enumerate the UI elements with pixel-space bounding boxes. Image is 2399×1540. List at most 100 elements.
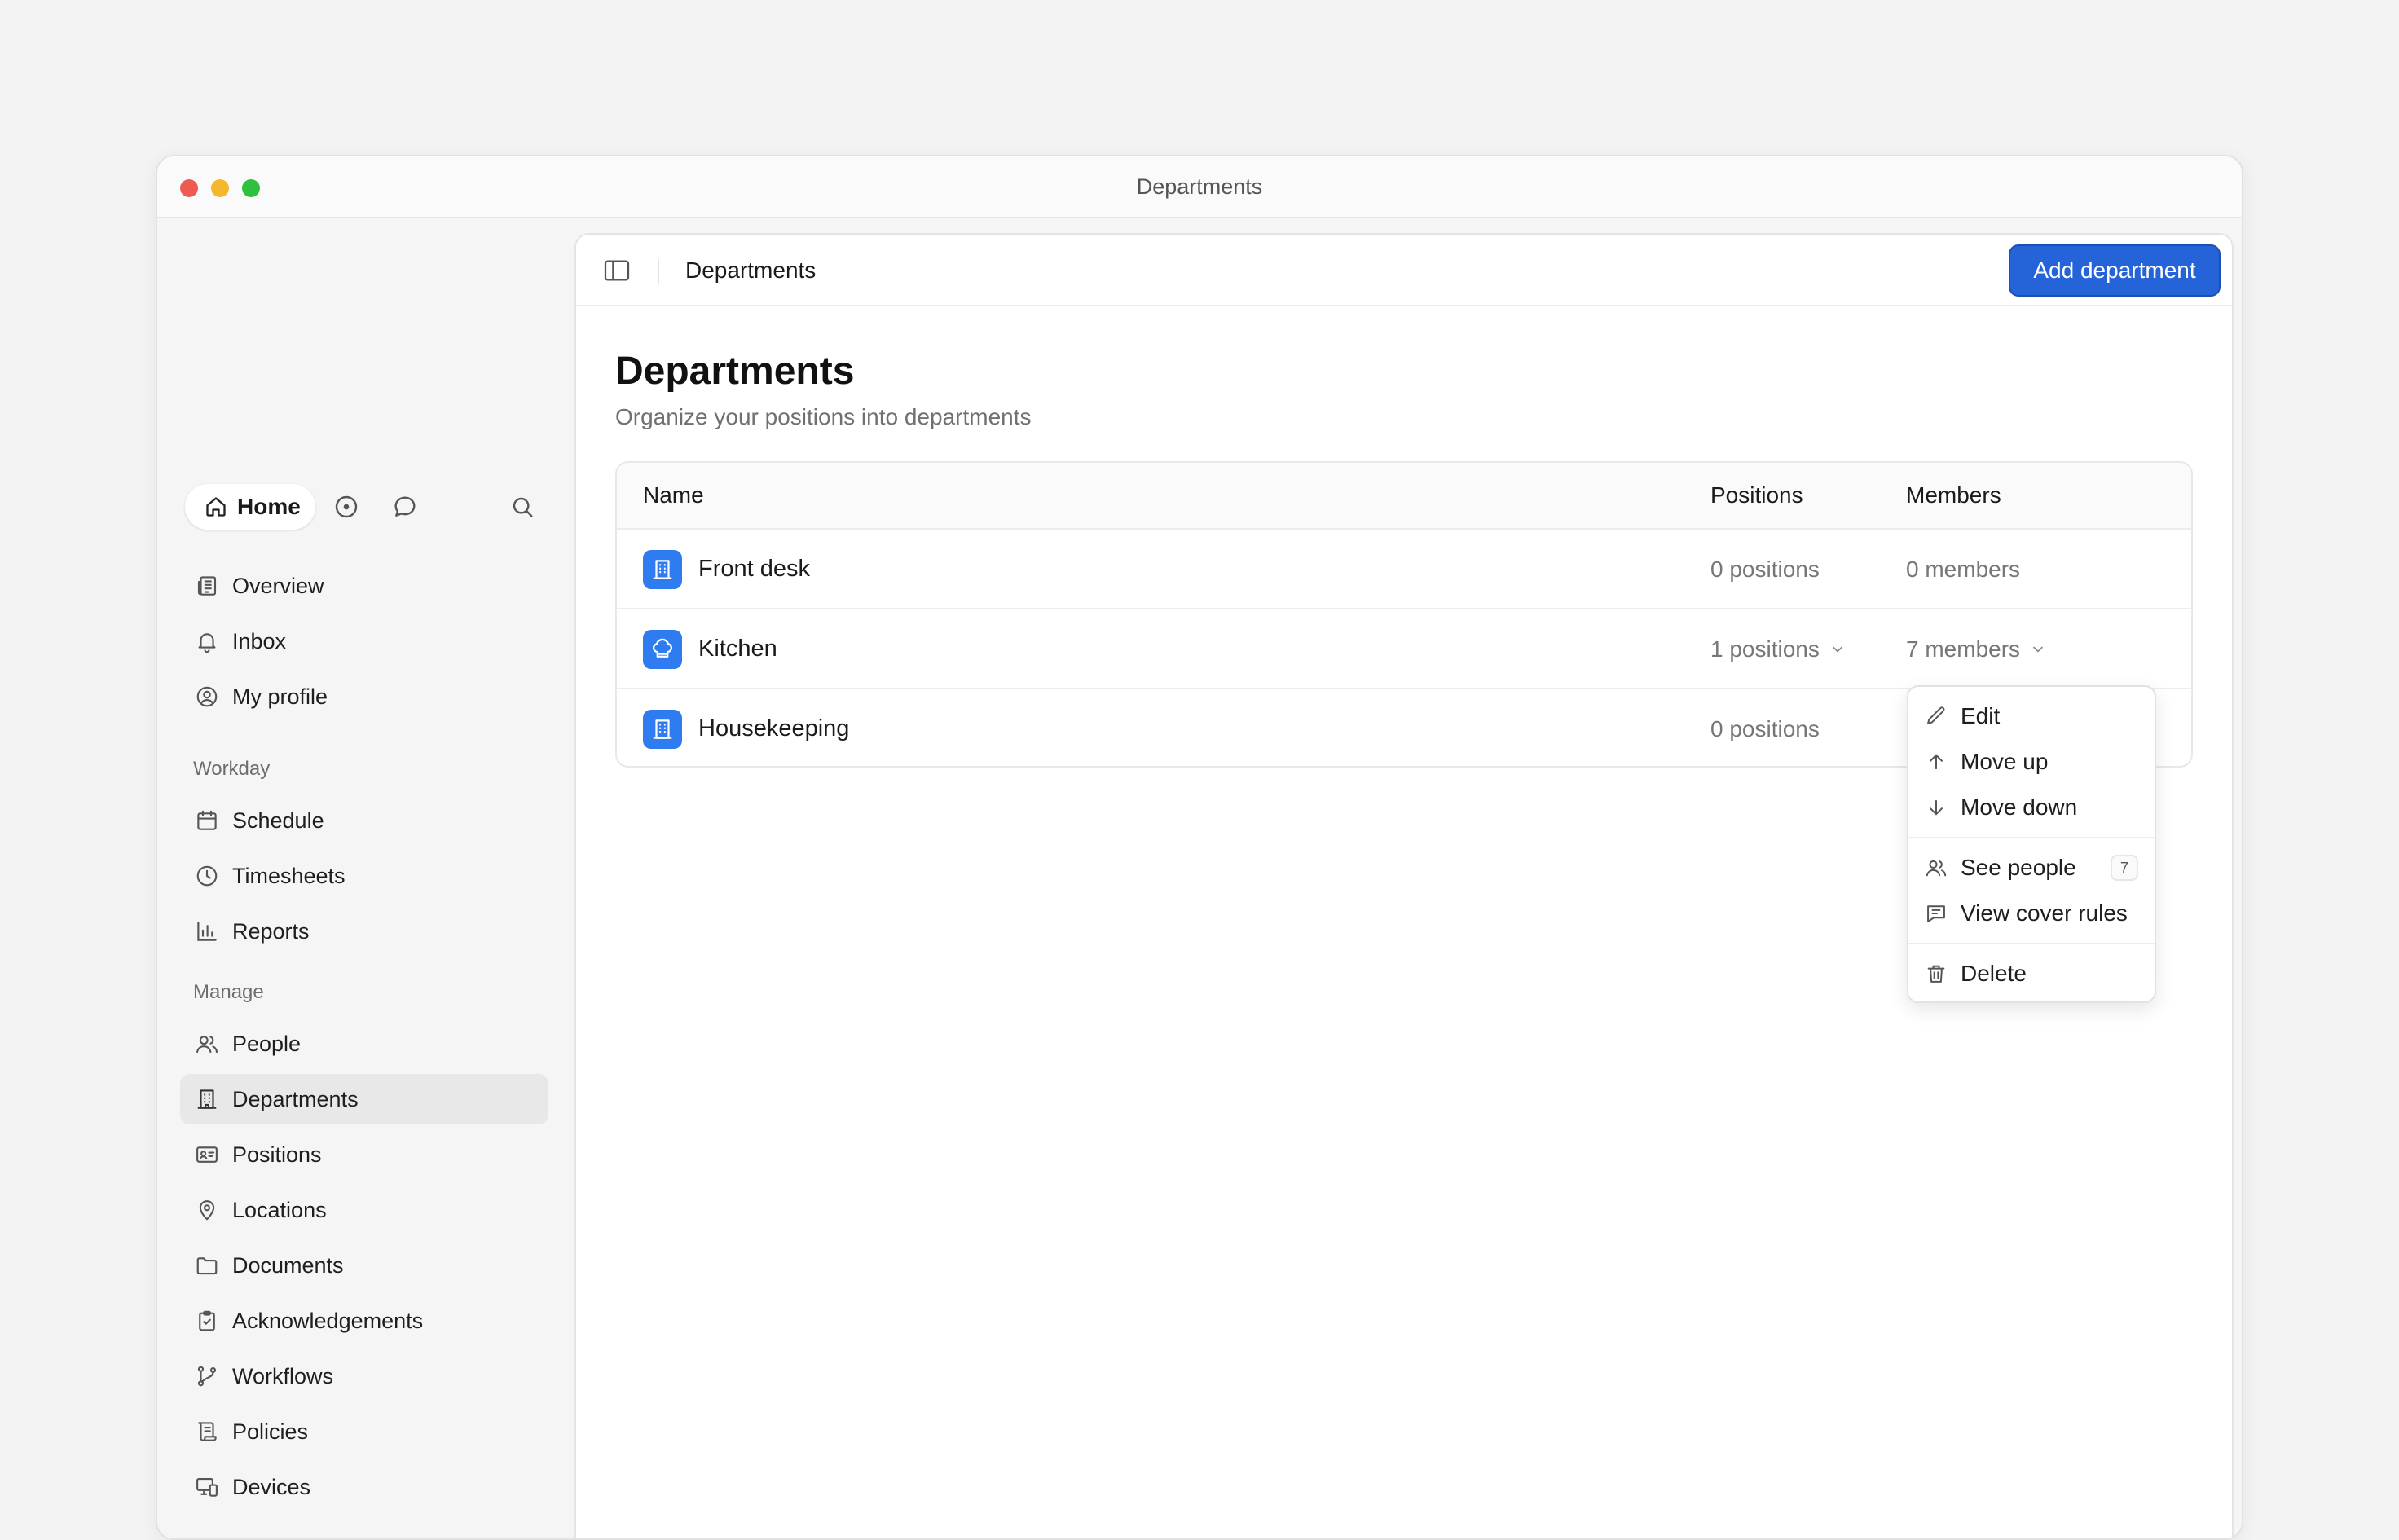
sidebar-item-label: Reports bbox=[232, 918, 310, 944]
devices-icon bbox=[196, 1477, 218, 1497]
sidebar-item-label: Policies bbox=[232, 1419, 309, 1444]
sidebar-item-reports[interactable]: Reports bbox=[180, 906, 548, 957]
page-title: Departments bbox=[615, 350, 855, 393]
clipboard-check-icon bbox=[199, 1310, 215, 1331]
sidebar-item-workflows[interactable]: Workflows bbox=[180, 1351, 548, 1401]
newspaper-icon bbox=[197, 576, 217, 596]
column-header-positions: Positions bbox=[1710, 482, 1803, 508]
department-name[interactable]: Front desk bbox=[698, 556, 810, 583]
sidebar-item-positions[interactable]: Positions bbox=[180, 1129, 548, 1180]
members-count: 0 members bbox=[1906, 557, 2020, 583]
bell-icon bbox=[198, 633, 216, 653]
chevron-down-icon bbox=[1833, 646, 1842, 653]
sidebar-item-policies[interactable]: Policies bbox=[180, 1406, 548, 1457]
building-icon bbox=[197, 1089, 217, 1109]
arrow-down-icon bbox=[1930, 799, 1943, 816]
sidebar-item-label: Departments bbox=[232, 1086, 359, 1111]
menu-item-label: Edit bbox=[1961, 703, 2001, 728]
bar-chart-icon bbox=[197, 922, 217, 941]
title-bar: Departments bbox=[157, 156, 2242, 218]
menu-item-move-up[interactable]: Move up bbox=[1908, 739, 2155, 785]
positions-count-label: 0 positions bbox=[1710, 557, 1820, 582]
sidebar-item-label: Schedule bbox=[232, 807, 324, 833]
add-department-button[interactable]: Add department bbox=[2009, 244, 2221, 297]
sidebar-item-locations[interactable]: Locations bbox=[180, 1185, 548, 1235]
sidebar-item-timesheets[interactable]: Timesheets bbox=[180, 851, 548, 901]
menu-item-edit[interactable]: Edit bbox=[1908, 693, 2155, 739]
positions-count-label: 1 positions bbox=[1710, 636, 1820, 662]
git-branch-icon bbox=[197, 1366, 217, 1387]
column-header-members: Members bbox=[1906, 482, 2001, 508]
sidebar: Home Overview Inbox My profile Workday S… bbox=[157, 220, 573, 1538]
sidebar-item-documents[interactable]: Documents bbox=[180, 1240, 548, 1291]
sidebar-item-label: Timesheets bbox=[232, 863, 346, 888]
positions-count-label: 0 positions bbox=[1710, 716, 1820, 741]
section-label-workday: Workday bbox=[193, 758, 271, 780]
sidebar-item-label: Acknowledgements bbox=[232, 1308, 424, 1333]
sidebar-item-overview[interactable]: Overview bbox=[180, 561, 548, 611]
menu-item-label: See people bbox=[1961, 855, 2076, 880]
sidebar-item-acknowledgements[interactable]: Acknowledgements bbox=[180, 1296, 548, 1346]
users-icon bbox=[1926, 860, 1947, 877]
sidebar-item-departments[interactable]: Departments bbox=[180, 1074, 548, 1124]
section-label-manage: Manage bbox=[193, 981, 264, 1003]
pencil-icon bbox=[1927, 706, 1945, 724]
sidebar-item-label: Devices bbox=[232, 1474, 311, 1499]
search-button[interactable] bbox=[504, 489, 540, 525]
menu-item-label: Move down bbox=[1961, 794, 2078, 820]
folder-icon bbox=[196, 1257, 218, 1275]
message-square-text-icon bbox=[1927, 905, 1945, 922]
arrow-up-icon bbox=[1930, 754, 1943, 770]
menu-item-move-down[interactable]: Move down bbox=[1908, 785, 2155, 830]
menu-item-delete[interactable]: Delete bbox=[1908, 951, 2155, 997]
users-icon bbox=[196, 1036, 218, 1054]
home-icon bbox=[206, 497, 226, 517]
members-dropdown[interactable]: 7 members bbox=[1906, 636, 2046, 662]
menu-item-see-people[interactable]: See people 7 bbox=[1908, 845, 2155, 891]
sidebar-item-inbox[interactable]: Inbox bbox=[180, 616, 548, 667]
messages-button[interactable] bbox=[387, 489, 423, 525]
clock-icon bbox=[196, 865, 218, 887]
menu-item-label: Delete bbox=[1961, 961, 2027, 986]
activity-button[interactable] bbox=[328, 489, 364, 525]
divider bbox=[658, 259, 659, 284]
sidebar-item-devices[interactable]: Devices bbox=[180, 1462, 548, 1512]
top-bar: Departments Add department bbox=[576, 235, 2232, 306]
user-circle-icon bbox=[196, 686, 218, 707]
sidebar-item-people[interactable]: People bbox=[180, 1019, 548, 1069]
sidebar-item-label: Positions bbox=[232, 1142, 322, 1167]
menu-item-label: Move up bbox=[1961, 749, 2049, 774]
department-name[interactable]: Kitchen bbox=[698, 636, 777, 662]
positions-dropdown[interactable]: 1 positions bbox=[1710, 636, 1846, 662]
sidebar-item-label: Locations bbox=[232, 1197, 327, 1222]
id-card-icon bbox=[196, 1146, 218, 1163]
window-title: Departments bbox=[1136, 174, 1263, 199]
table-row[interactable]: Kitchen 1 positions 7 members bbox=[617, 609, 2191, 689]
positions-count: 0 positions bbox=[1710, 557, 1820, 583]
department-name[interactable]: Housekeeping bbox=[698, 715, 849, 742]
menu-divider bbox=[1908, 943, 2155, 944]
search-icon bbox=[513, 497, 533, 517]
chevron-down-icon bbox=[2033, 646, 2043, 653]
sidebar-item-schedule[interactable]: Schedule bbox=[180, 795, 548, 846]
menu-item-label: View cover rules bbox=[1961, 900, 2128, 926]
sidebar-toggle-icon[interactable] bbox=[604, 259, 630, 282]
building-icon bbox=[643, 710, 682, 749]
sidebar-item-label: People bbox=[232, 1031, 302, 1056]
trash-icon bbox=[1927, 965, 1945, 983]
people-count-badge: 7 bbox=[2111, 855, 2138, 881]
building-icon bbox=[643, 550, 682, 589]
map-pin-icon bbox=[199, 1200, 215, 1221]
scroll-icon bbox=[197, 1422, 217, 1441]
sidebar-item-label: Workflows bbox=[232, 1363, 334, 1388]
column-header-name: Name bbox=[643, 482, 704, 508]
page-subtitle: Organize your positions into departments bbox=[615, 404, 1032, 429]
breadcrumb: Departments bbox=[685, 257, 817, 283]
sidebar-item-my-profile[interactable]: My profile bbox=[180, 671, 548, 722]
sidebar-item-label: Inbox bbox=[232, 628, 287, 653]
chef-hat-icon bbox=[643, 630, 682, 669]
menu-item-view-cover-rules[interactable]: View cover rules bbox=[1908, 891, 2155, 936]
calendar-icon bbox=[197, 810, 217, 830]
table-row[interactable]: Front desk 0 positions 0 members bbox=[617, 530, 2191, 609]
home-tab[interactable]: Home bbox=[185, 484, 315, 530]
